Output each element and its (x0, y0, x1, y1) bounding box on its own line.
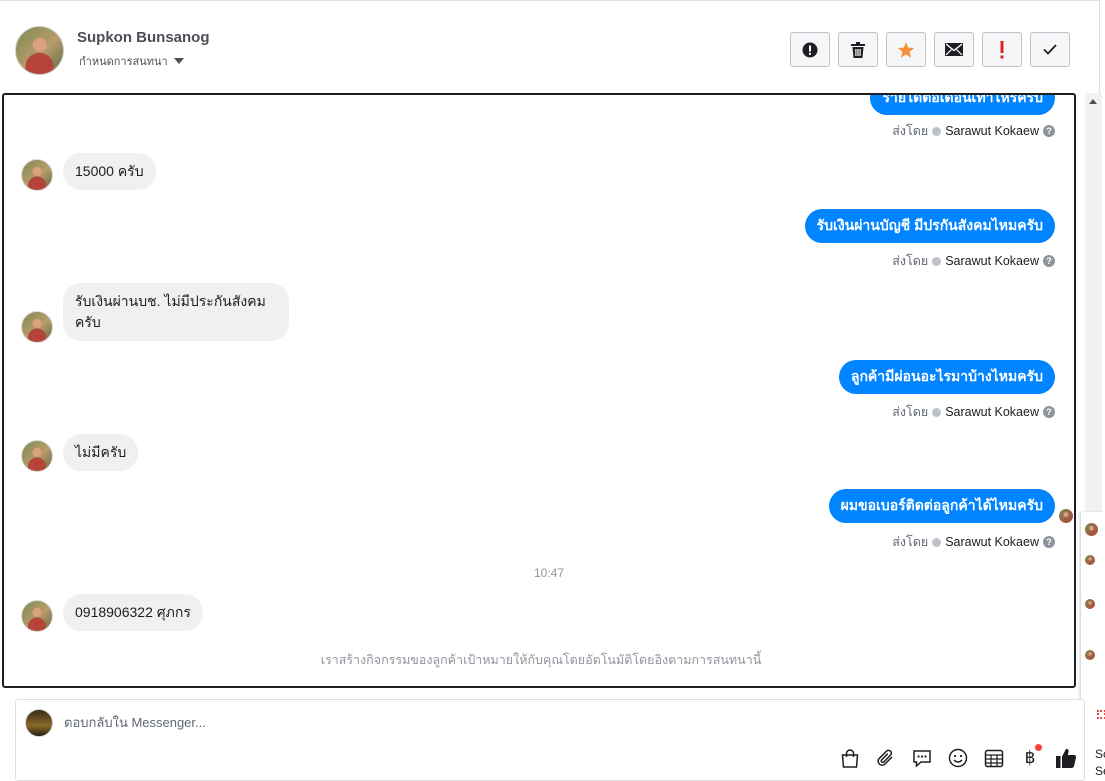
contact-name[interactable]: Supkon Bunsanog (77, 29, 210, 46)
conversation-schedule-dropdown[interactable]: กำหนดการสนทนา (79, 52, 184, 70)
help-icon[interactable]: ? (1043, 255, 1055, 267)
incoming-message-bubble[interactable]: 15000 ครับ (63, 153, 156, 190)
admin-badge-icon (932, 537, 942, 547)
lead-activity-notice: เราสร้างกิจกรรมของลูกค้าเป้าหมายให้กับคุ… (320, 653, 762, 667)
incoming-message-bubble[interactable]: 0918906322 ศุภกร (63, 594, 203, 631)
shop-button[interactable] (838, 746, 862, 770)
side-panel-text: Se (1095, 764, 1105, 778)
help-icon[interactable]: ? (1043, 125, 1055, 137)
delete-button[interactable] (838, 32, 878, 67)
checkmark-icon (1043, 44, 1057, 55)
shopping-bag-icon (841, 748, 859, 768)
side-avatar[interactable] (1085, 555, 1095, 565)
sender-name[interactable]: Sarawut Kokaew (945, 124, 1039, 138)
contact-avatar-small[interactable] (21, 600, 53, 632)
messenger-inbox-conversation: Supkon Bunsanog กำหนดการสนทนา รายได้ต่อเ… (0, 0, 1105, 781)
like-button[interactable] (1054, 746, 1078, 770)
incoming-message-bubble[interactable]: ไม่มีครับ (63, 434, 139, 471)
side-panel-icon[interactable] (1097, 710, 1105, 719)
sent-by-label: ส่งโดย (892, 405, 929, 419)
sent-by-row: ส่งโดย Sarawut Kokaew ? (892, 402, 1055, 422)
sent-by-label: ส่งโดย (892, 124, 929, 138)
side-panel-text: Sc (1095, 747, 1105, 761)
notification-dot (1035, 744, 1042, 751)
red-exclamation-icon (1000, 40, 1004, 58)
sender-name[interactable]: Sarawut Kokaew (945, 254, 1039, 268)
saved-reply-button[interactable] (910, 746, 934, 770)
side-avatar[interactable] (1085, 523, 1098, 536)
trash-icon (851, 41, 865, 58)
spam-button[interactable] (790, 32, 830, 67)
seen-avatar (1059, 509, 1073, 523)
admin-badge-icon (932, 407, 942, 417)
contact-avatar-small[interactable] (21, 159, 53, 191)
schedule-label: กำหนดการสนทนา (79, 56, 168, 68)
outgoing-message-bubble[interactable]: ผมขอเบอร์ติดต่อลูกค้าได้ไหมครับ (828, 489, 1055, 523)
paperclip-icon (877, 749, 893, 766)
sender-name[interactable]: Sarawut Kokaew (945, 535, 1039, 549)
follow-up-button[interactable] (982, 32, 1022, 67)
conversation-toolbar (790, 32, 1070, 67)
envelope-icon (945, 43, 963, 56)
outgoing-message-bubble[interactable]: ลูกค้ามีผ่อนอะไรมาบ้างไหมครับ (838, 360, 1055, 394)
done-button[interactable] (1030, 32, 1070, 67)
incoming-message-bubble[interactable]: รับเงินผ่านบช. ไม่มีประกันสังคม ครับ (63, 283, 289, 341)
star-button[interactable] (886, 32, 926, 67)
page-avatar (25, 709, 53, 737)
reply-input[interactable] (64, 715, 764, 730)
baht-payment-icon: ฿ (1024, 748, 1036, 768)
conversation-header: Supkon Bunsanog กำหนดการสนทนา (0, 0, 1100, 93)
reply-composer: ฿ (15, 699, 1085, 781)
contact-avatar[interactable] (15, 26, 64, 75)
side-avatar[interactable] (1085, 599, 1095, 609)
contact-avatar-small[interactable] (21, 440, 53, 472)
star-icon (897, 41, 915, 58)
attach-button[interactable] (874, 746, 898, 770)
contact-avatar-small[interactable] (21, 311, 53, 343)
admin-badge-icon (932, 256, 942, 266)
sent-by-row: ส่งโดย Sarawut Kokaew ? (892, 121, 1055, 141)
outgoing-message-bubble[interactable]: รับเงินผ่านบัญชี มีปรกันสังคมไหมครับ (804, 209, 1055, 243)
mark-unread-button[interactable] (934, 32, 974, 67)
sender-name[interactable]: Sarawut Kokaew (945, 405, 1039, 419)
outgoing-message-bubble[interactable]: รายได้ต่อเดือนเท่าไหร่ครับ (870, 95, 1055, 115)
sent-by-label: ส่งโดย (892, 535, 929, 549)
payment-button[interactable]: ฿ (1018, 744, 1042, 770)
side-avatar[interactable] (1085, 650, 1095, 660)
emoji-button[interactable] (946, 746, 970, 770)
message-thread[interactable]: รายได้ต่อเดือนเท่าไหร่ครับ ส่งโดย Sarawu… (2, 93, 1076, 688)
emoji-icon (948, 748, 968, 768)
saved-reply-icon (913, 749, 931, 768)
composer-toolbar: ฿ (838, 744, 1078, 770)
scroll-up-arrow-icon[interactable] (1089, 99, 1097, 104)
like-icon (1056, 748, 1077, 768)
sent-by-row: ส่งโดย Sarawut Kokaew ? (892, 532, 1055, 552)
exclamation-circle-icon (802, 42, 818, 57)
admin-badge-icon (932, 126, 942, 136)
help-icon[interactable]: ? (1043, 536, 1055, 548)
appointment-button[interactable] (982, 746, 1006, 770)
appointment-icon (984, 749, 1004, 768)
caret-down-icon (173, 58, 184, 64)
sent-by-row: ส่งโดย Sarawut Kokaew ? (892, 251, 1055, 271)
message-timestamp: 10:47 (533, 566, 565, 580)
sent-by-label: ส่งโดย (892, 254, 929, 268)
help-icon[interactable]: ? (1043, 406, 1055, 418)
